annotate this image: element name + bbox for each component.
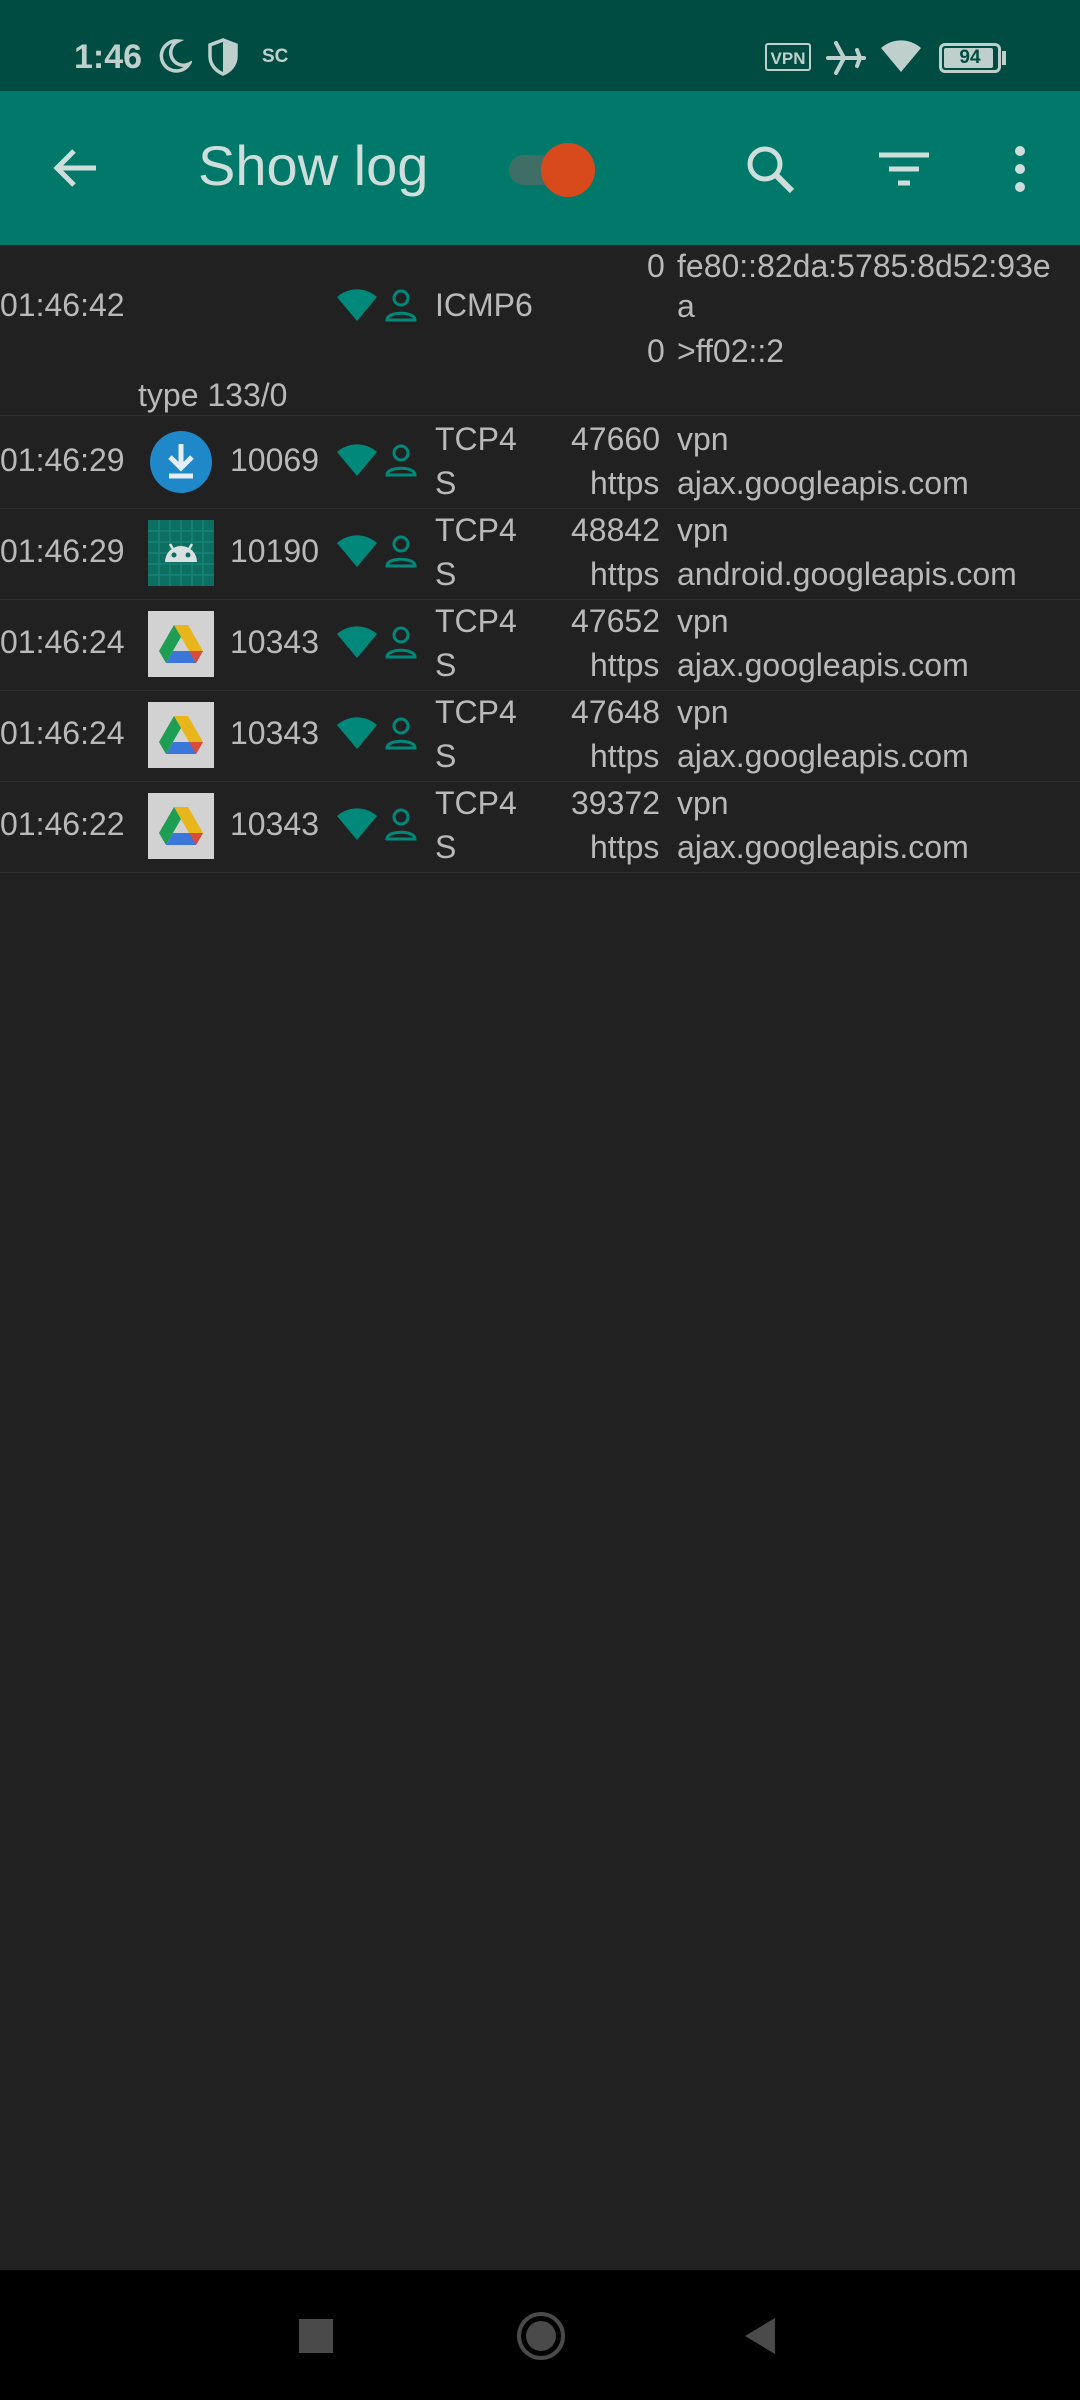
user-icon bbox=[383, 442, 419, 478]
log-flags: S bbox=[435, 738, 457, 774]
google-drive-icon bbox=[148, 702, 214, 768]
log-dest: vpn bbox=[677, 603, 729, 639]
log-protocol: TCP4 bbox=[435, 512, 517, 548]
log-protocol: TCP4 bbox=[435, 603, 517, 639]
log-entry[interactable]: 01:46:42 ICMP6 0 fe80::82da:5785:8d52:93… bbox=[0, 245, 1080, 416]
airplane-icon bbox=[826, 40, 866, 81]
battery-icon: 94 bbox=[939, 43, 1001, 73]
logging-toggle[interactable] bbox=[505, 139, 601, 197]
log-port: 47660 bbox=[571, 421, 660, 457]
page-title: Show log bbox=[198, 134, 429, 197]
log-protocol: TCP4 bbox=[435, 694, 517, 730]
log-src-addr-wrap: a bbox=[677, 288, 695, 324]
log-host: ajax.googleapis.com bbox=[677, 465, 969, 501]
android-icon bbox=[148, 520, 214, 586]
sc-icon: SC bbox=[262, 46, 289, 67]
log-protocol: TCP4 bbox=[435, 421, 517, 457]
log-service: https bbox=[590, 647, 660, 683]
shield-icon bbox=[207, 38, 239, 81]
log-dst-addr: >ff02::2 bbox=[677, 333, 785, 369]
user-icon bbox=[383, 715, 419, 751]
log-dest: vpn bbox=[677, 512, 729, 548]
filter-icon[interactable] bbox=[876, 141, 932, 197]
log-time: 01:46:29 bbox=[0, 442, 125, 478]
log-dest: vpn bbox=[677, 785, 729, 821]
google-drive-icon bbox=[148, 611, 214, 677]
log-entry[interactable]: 01:46:22 10343 TCP4 S 39372 vpn https aj… bbox=[0, 783, 1080, 873]
download-icon bbox=[148, 429, 214, 495]
log-service: https bbox=[590, 556, 660, 592]
log-uid: 10069 bbox=[230, 442, 319, 478]
log-entry[interactable]: 01:46:29 10069 TCP4 S 47660 vpn https aj… bbox=[0, 419, 1080, 509]
log-entry[interactable]: 01:46:24 10343 TCP4 S 47648 vpn https aj… bbox=[0, 692, 1080, 782]
wifi-icon bbox=[879, 38, 923, 79]
back-arrow-icon[interactable] bbox=[48, 140, 104, 196]
log-uid: 10190 bbox=[230, 533, 319, 569]
user-icon bbox=[383, 533, 419, 569]
system-nav-bar bbox=[0, 2270, 1080, 2400]
status-time: 1:46 bbox=[74, 38, 143, 76]
home-circle-icon[interactable] bbox=[515, 2310, 567, 2367]
google-drive-icon bbox=[148, 793, 214, 859]
log-port: 48842 bbox=[571, 512, 660, 548]
log-dst-port: 0 bbox=[647, 333, 665, 369]
log-src-port: 0 bbox=[647, 248, 665, 284]
log-dest: vpn bbox=[677, 421, 729, 457]
log-icmp-type: type 133/0 bbox=[138, 377, 288, 413]
battery-level-text: 94 bbox=[959, 47, 981, 68]
user-icon bbox=[383, 287, 419, 323]
status-bar: 1:46 SC VPN 94 bbox=[0, 0, 1080, 91]
back-triangle-icon[interactable] bbox=[742, 2316, 778, 2361]
battery-tip bbox=[1002, 51, 1006, 65]
log-flags: S bbox=[435, 465, 457, 501]
wifi-icon bbox=[335, 624, 379, 660]
log-uid: 10343 bbox=[230, 715, 319, 751]
log-uid: 10343 bbox=[230, 806, 319, 842]
log-service: https bbox=[590, 738, 660, 774]
log-uid: 10343 bbox=[230, 624, 319, 660]
wifi-icon bbox=[335, 442, 379, 478]
log-port: 47652 bbox=[571, 603, 660, 639]
log-host: ajax.googleapis.com bbox=[677, 647, 969, 683]
vpn-icon: VPN bbox=[765, 43, 811, 71]
wifi-icon bbox=[335, 287, 379, 323]
log-time: 01:46:42 bbox=[0, 287, 125, 323]
user-icon bbox=[383, 806, 419, 842]
wifi-icon bbox=[335, 806, 379, 842]
more-vert-icon[interactable] bbox=[1000, 141, 1056, 197]
recents-square-icon[interactable] bbox=[298, 2318, 334, 2359]
log-host: ajax.googleapis.com bbox=[677, 829, 969, 865]
log-time: 01:46:29 bbox=[0, 533, 125, 569]
log-service: https bbox=[590, 465, 660, 501]
log-flags: S bbox=[435, 829, 457, 865]
log-time: 01:46:22 bbox=[0, 806, 125, 842]
wifi-icon bbox=[335, 533, 379, 569]
log-protocol: ICMP6 bbox=[435, 287, 533, 323]
log-entry[interactable]: 01:46:24 10343 TCP4 S 47652 vpn https aj… bbox=[0, 601, 1080, 691]
log-protocol: TCP4 bbox=[435, 785, 517, 821]
log-port: 39372 bbox=[571, 785, 660, 821]
moon-icon bbox=[158, 38, 194, 79]
log-time: 01:46:24 bbox=[0, 624, 125, 660]
app-toolbar: Show log bbox=[0, 91, 1080, 245]
wifi-icon bbox=[335, 715, 379, 751]
log-host: ajax.googleapis.com bbox=[677, 738, 969, 774]
log-port: 47648 bbox=[571, 694, 660, 730]
log-host: android.googleapis.com bbox=[677, 556, 1017, 592]
log-entry[interactable]: 01:46:29 10190 TCP4 S 48842 vpn https an… bbox=[0, 510, 1080, 600]
log-flags: S bbox=[435, 556, 457, 592]
log-time: 01:46:24 bbox=[0, 715, 125, 751]
log-flags: S bbox=[435, 647, 457, 683]
user-icon bbox=[383, 624, 419, 660]
log-dest: vpn bbox=[677, 694, 729, 730]
log-src-addr: fe80::82da:5785:8d52:93e bbox=[677, 248, 1051, 284]
toggle-thumb bbox=[541, 143, 595, 197]
log-service: https bbox=[590, 829, 660, 865]
search-icon[interactable] bbox=[742, 141, 798, 197]
